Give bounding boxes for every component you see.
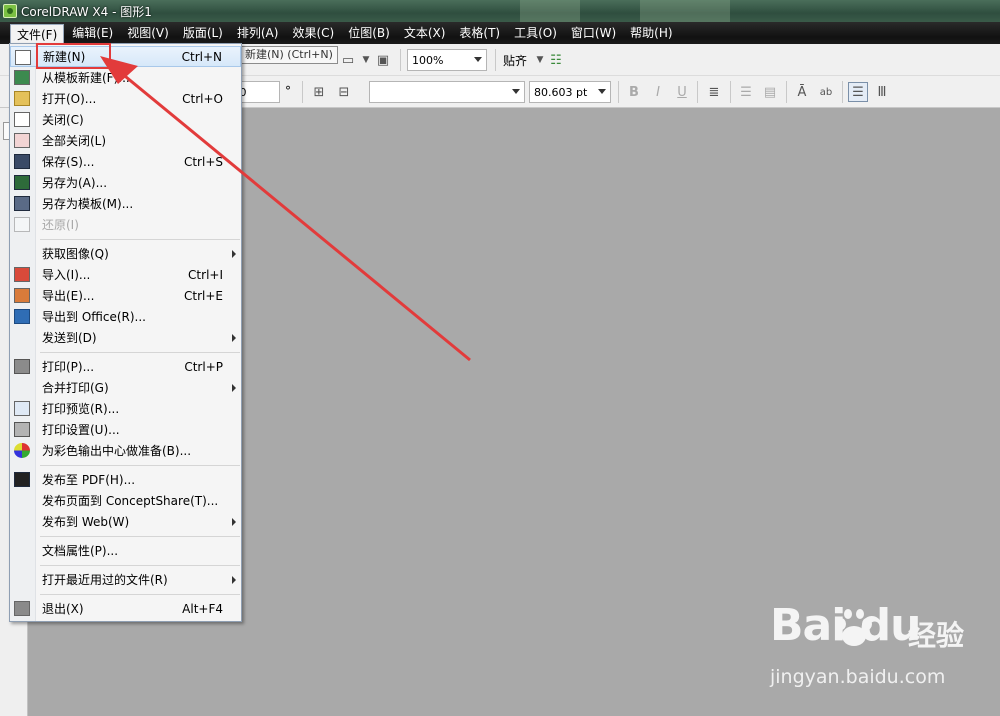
annotation-arrow-line [119, 70, 471, 362]
baidu-jingyan-watermark: Bai du 经验 jingyan.baidu.com [770, 600, 990, 700]
watermark-url: jingyan.baidu.com [770, 666, 946, 688]
annotation-arrow-head [100, 56, 138, 84]
baidu-paw-icon [836, 609, 872, 646]
jingyan-text: 经验 [908, 619, 965, 652]
